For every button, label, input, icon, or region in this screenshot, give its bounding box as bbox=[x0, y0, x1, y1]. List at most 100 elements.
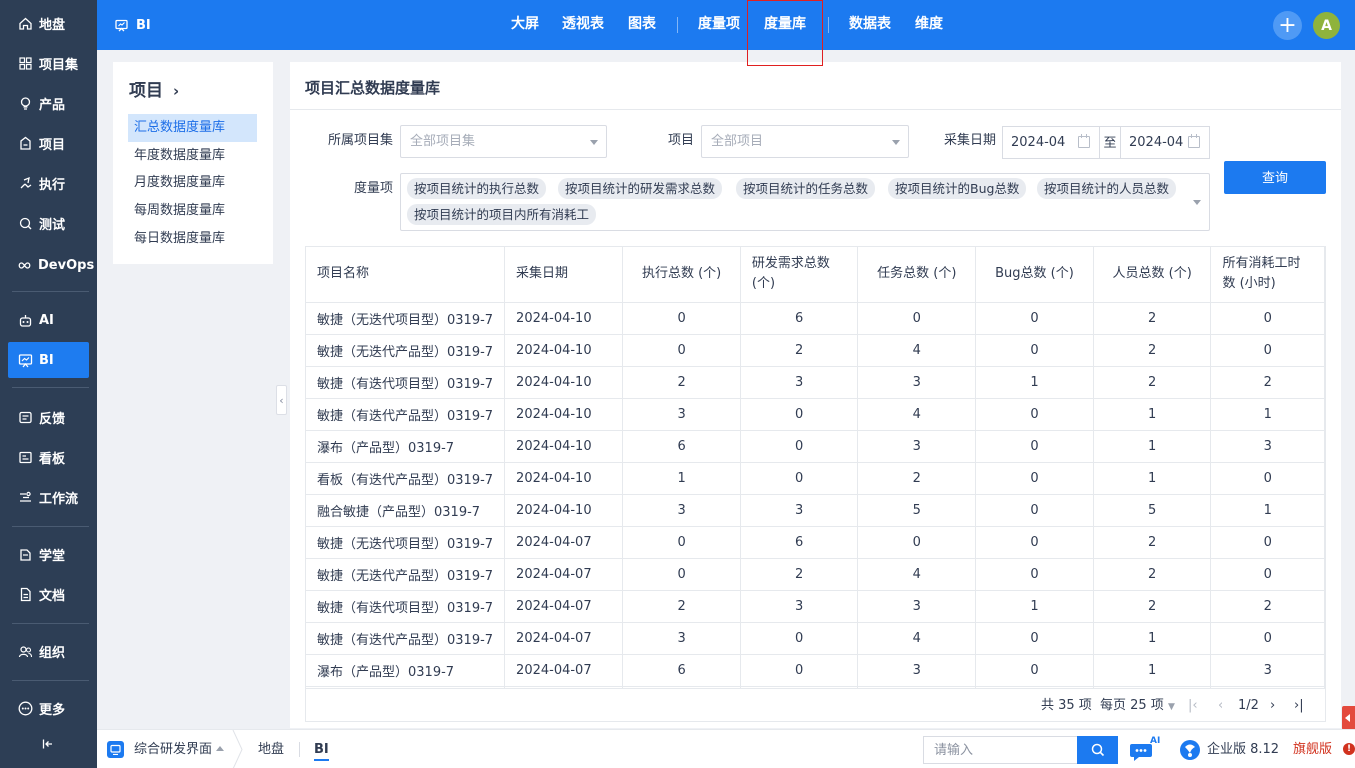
value-cell: 0 bbox=[622, 526, 741, 559]
run-icon bbox=[17, 175, 33, 191]
sidebar-item-4[interactable]: 执行 bbox=[8, 165, 89, 201]
table-row[interactable]: 敏捷（无迭代项目型）0319-7 2024-04-07 0 6 0 0 2 0 bbox=[306, 526, 1325, 559]
sidebar-item-devops6[interactable]: DevOps bbox=[8, 247, 94, 283]
first-page-button[interactable]: |‹ bbox=[1188, 689, 1198, 721]
tab-screen[interactable]: 大屏 bbox=[511, 0, 539, 50]
project-select[interactable]: 全部项目 bbox=[701, 125, 909, 158]
column-header[interactable]: 项目名称 bbox=[306, 247, 506, 303]
sidebar-item-weekly[interactable]: 每周数据度量库 bbox=[128, 197, 257, 225]
project-name-cell: 敏捷（有迭代产品型）0319-7 bbox=[306, 398, 506, 431]
sidebar-item-12[interactable]: 学堂 bbox=[8, 536, 89, 572]
table-row[interactable]: 敏捷（有迭代产品型）0319-7 2024-04-07 3 0 4 0 1 0 bbox=[306, 622, 1325, 655]
sidebar-item-2[interactable]: 产品 bbox=[8, 85, 89, 121]
sidebar-item-3[interactable]: 项目 bbox=[8, 125, 89, 161]
workspace-switcher[interactable]: 综合研发界面 bbox=[134, 730, 212, 768]
column-header[interactable]: 执行总数 (个) bbox=[622, 247, 741, 303]
table-row[interactable]: 敏捷（有迭代产品型）0319-7 2024-04-10 3 0 4 0 1 1 bbox=[306, 398, 1325, 431]
value-cell: 0 bbox=[975, 398, 1094, 431]
table-row[interactable]: 看板（有迭代产品型）0319-7 2024-04-10 1 0 2 0 1 0 bbox=[306, 462, 1325, 495]
side-feedback-tab[interactable] bbox=[1342, 706, 1355, 730]
next-page-button[interactable]: › bbox=[1270, 689, 1275, 721]
sidebar-item-9[interactable]: 反馈 bbox=[8, 399, 89, 435]
tab-chart[interactable]: 图表 bbox=[628, 0, 656, 50]
sidebar-item-15[interactable]: 更多 bbox=[8, 690, 89, 726]
sidebar-item-monthly[interactable]: 月度数据度量库 bbox=[128, 169, 257, 197]
query-button[interactable]: 查询 bbox=[1224, 161, 1326, 194]
flagship-link[interactable]: 旗舰版 bbox=[1293, 730, 1332, 768]
value-cell: 2 bbox=[1093, 526, 1212, 559]
collapse-left-icon[interactable] bbox=[42, 738, 54, 754]
bottom-tab-dashboard[interactable]: 地盘 bbox=[258, 730, 284, 768]
tab-dimension[interactable]: 维度 bbox=[915, 0, 943, 50]
tab-pivot[interactable]: 透视表 bbox=[562, 0, 604, 50]
column-header[interactable]: 研发需求总数 (个) bbox=[740, 247, 859, 303]
value-cell: 0 bbox=[1210, 558, 1325, 591]
project-name-cell: 敏捷（无迭代产品型）0319-7 bbox=[306, 558, 506, 591]
kanban-icon bbox=[17, 449, 33, 465]
global-search-input[interactable] bbox=[923, 736, 1077, 764]
sidebar-item-11[interactable]: 工作流 bbox=[8, 479, 89, 515]
sidebar-item-bi8[interactable]: BI bbox=[8, 342, 89, 378]
program-select[interactable]: 全部项目集 bbox=[400, 125, 607, 158]
sidebar-item-ai7[interactable]: AI bbox=[8, 302, 89, 338]
measure-chip[interactable]: 按项目统计的执行总数 bbox=[407, 178, 547, 199]
sidebar-item-13[interactable]: 文档 bbox=[8, 576, 89, 612]
measure-chip[interactable]: 按项目统计的Bug总数 bbox=[888, 178, 1027, 199]
measure-multiselect[interactable]: 按项目统计的执行总数 按项目统计的研发需求总数 按项目统计的任务总数 按项目统计… bbox=[400, 173, 1210, 231]
tab-divider bbox=[828, 17, 829, 33]
column-header[interactable]: 任务总数 (个) bbox=[857, 247, 977, 303]
data-table: 项目名称 采集日期 执行总数 (个) 研发需求总数 (个) 任务总数 (个) Bug总数 … bbox=[306, 247, 1325, 719]
bottom-tab-bi[interactable]: BI bbox=[314, 730, 329, 768]
column-header[interactable]: 人员总数 (个) bbox=[1093, 247, 1212, 303]
calendar-icon bbox=[1078, 134, 1090, 148]
measure-chip[interactable]: 按项目统计的任务总数 bbox=[736, 178, 876, 199]
column-header[interactable]: Bug总数 (个) bbox=[975, 247, 1094, 303]
column-header[interactable]: 采集日期 bbox=[504, 247, 624, 303]
table-row[interactable]: 敏捷（无迭代产品型）0319-7 2024-04-10 0 2 4 0 2 0 bbox=[306, 334, 1325, 367]
sidebar-item-10[interactable]: 看板 bbox=[8, 439, 89, 475]
prev-page-button[interactable]: ‹ bbox=[1218, 689, 1223, 721]
sidebar-title[interactable]: 项目 › bbox=[129, 76, 179, 101]
sidebar-title-text: 项目 bbox=[129, 81, 163, 101]
sidebar-collapse-handle[interactable]: ‹ bbox=[276, 385, 287, 415]
measure-chip[interactable]: 按项目统计的项目内所有消耗工 bbox=[407, 204, 597, 225]
table-row[interactable]: 敏捷（无迭代项目型）0319-7 2024-04-10 0 6 0 0 2 0 bbox=[306, 302, 1325, 335]
ai-chat-button[interactable]: AI bbox=[1129, 736, 1163, 763]
sidebar-item-14[interactable]: 组织 bbox=[8, 633, 89, 669]
divider bbox=[290, 109, 1341, 110]
sidebar-item-1[interactable]: 项目集 bbox=[8, 45, 89, 81]
project-name-cell: 瀑布（产品型）0319-7 bbox=[306, 430, 506, 463]
project-name-cell: 看板（有迭代产品型）0319-7 bbox=[306, 462, 506, 495]
column-header[interactable]: 所有消耗工时数 (小时) bbox=[1210, 247, 1325, 303]
measure-chip[interactable]: 按项目统计的人员总数 bbox=[1037, 178, 1177, 199]
date-to-input[interactable]: 2024-04 bbox=[1120, 126, 1210, 159]
search-button[interactable] bbox=[1077, 736, 1118, 764]
sidebar-item-0[interactable]: 地盘 bbox=[8, 5, 89, 41]
sidebar-item-daily[interactable]: 每日数据度量库 bbox=[128, 225, 257, 253]
measure-chip[interactable]: 按项目统计的研发需求总数 bbox=[558, 178, 723, 199]
last-page-button[interactable]: ›| bbox=[1294, 689, 1304, 721]
sidebar-item-yearly[interactable]: 年度数据度量库 bbox=[128, 142, 257, 170]
date-cell: 2024-04-10 bbox=[504, 398, 624, 431]
pagination: 共 35 项 每页 25 项 ▼ |‹ ‹ 1/2 › ›| bbox=[306, 688, 1325, 721]
avatar[interactable]: A bbox=[1313, 12, 1340, 39]
doc-icon bbox=[17, 586, 33, 602]
page-size-select[interactable]: 每页 25 项 ▼ bbox=[1100, 689, 1175, 721]
tab-data-table[interactable]: 数据表 bbox=[849, 0, 891, 50]
sidebar-item-5[interactable]: 测试 bbox=[8, 205, 89, 241]
add-button[interactable]: + bbox=[1273, 11, 1302, 40]
main-panel: 项目汇总数据度量库 所属项目集 全部项目集 项目 全部项目 采集日期 2024-… bbox=[290, 62, 1341, 728]
sidebar-item-summary[interactable]: 汇总数据度量库 bbox=[128, 114, 257, 142]
nav-divider bbox=[12, 387, 89, 388]
table-row[interactable]: 融合敏捷（产品型）0319-7 2024-04-10 3 3 5 0 5 1 bbox=[306, 494, 1325, 527]
table-row[interactable]: 敏捷（有迭代项目型）0319-7 2024-04-10 2 3 3 1 2 2 bbox=[306, 366, 1325, 399]
tab-metric-library[interactable]: 度量库 bbox=[764, 0, 806, 50]
date-from-input[interactable]: 2024-04 bbox=[1002, 126, 1100, 159]
table-row[interactable]: 瀑布（产品型）0319-7 2024-04-10 6 0 3 0 1 3 bbox=[306, 430, 1325, 463]
project-name-cell: 敏捷（有迭代产品型）0319-7 bbox=[306, 622, 506, 655]
tab-metric[interactable]: 度量项 bbox=[698, 0, 740, 50]
table-row[interactable]: 敏捷（有迭代项目型）0319-7 2024-04-07 2 3 3 1 2 2 bbox=[306, 590, 1325, 623]
table-row[interactable]: 瀑布（产品型）0319-7 2024-04-07 6 0 3 0 1 3 bbox=[306, 654, 1325, 687]
table-row[interactable]: 敏捷（无迭代产品型）0319-7 2024-04-07 0 2 4 0 2 0 bbox=[306, 558, 1325, 591]
sidebar-item-label: 执行 bbox=[39, 177, 66, 193]
